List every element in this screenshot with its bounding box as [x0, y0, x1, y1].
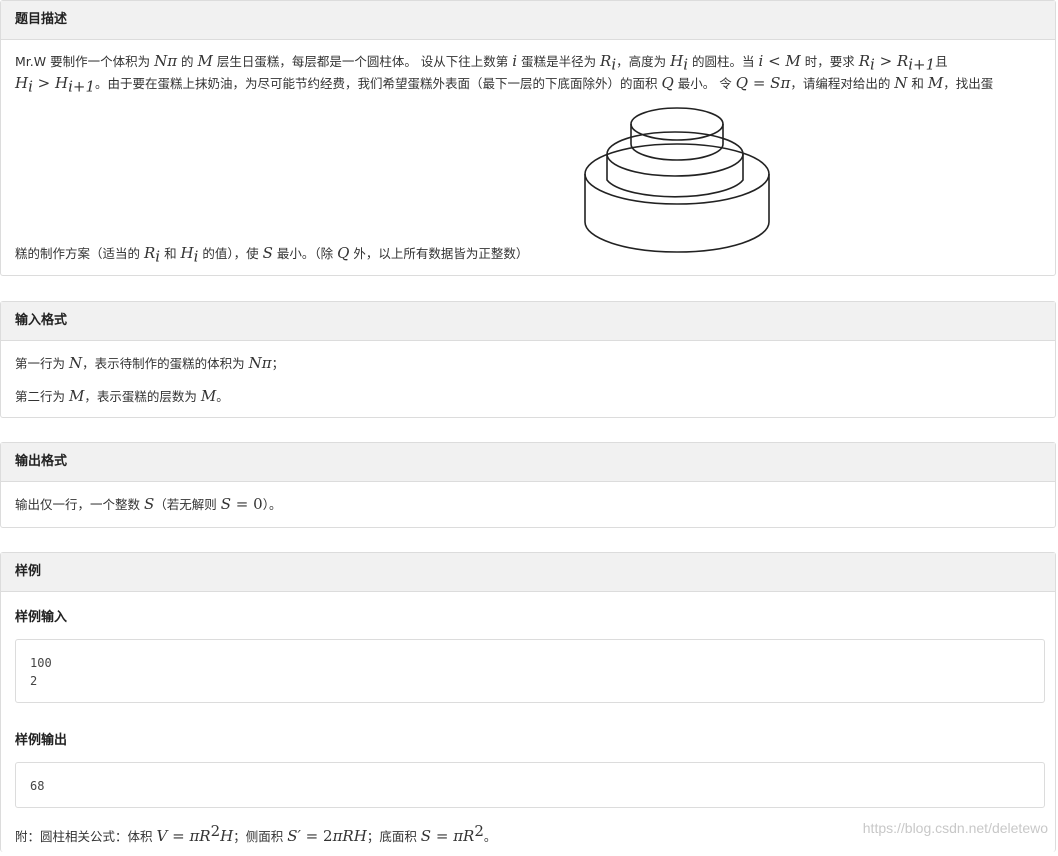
input-format-body: 第一行为 N，表示待制作的蛋糕的体积为 Nπ； 第二行为 M，表示蛋糕的层数为 …	[1, 341, 1055, 416]
description-line-1: Mr.W 要制作一个体积为 Nπ 的 M 层生日蛋糕，每层都是一个圆柱体。 设从…	[15, 52, 948, 74]
input-format-card: 输入格式 第一行为 N，表示待制作的蛋糕的体积为 Nπ； 第二行为 M，表示蛋糕…	[0, 301, 1056, 418]
description-card: 题目描述 Mr.W 要制作一个体积为 Nπ 的 M 层生日蛋糕，每层都是一个圆柱…	[0, 0, 1056, 276]
description-header: 题目描述	[1, 1, 1055, 40]
cake-top-tier-side	[630, 124, 724, 161]
sample-output-title: 样例输出	[15, 733, 68, 748]
input-format-line-2: 第二行为 M，表示蛋糕的层数为 M。	[15, 387, 229, 405]
sample-card: 样例 样例输入 100 2 样例输出 68 附：圆柱相关公式：体积 V = πR…	[0, 552, 1056, 852]
sample-header: 样例	[1, 553, 1055, 592]
sample-body: 样例输入 100 2 样例输出 68 附：圆柱相关公式：体积 V = πR2H；…	[1, 592, 1055, 856]
description-line-2: Hi > Hi+1。由于要在蛋糕上抹奶油，为尽可能节约经费，我们希望蛋糕外表面（…	[15, 73, 994, 96]
input-format-line-1: 第一行为 N，表示待制作的蛋糕的体积为 Nπ；	[15, 354, 285, 372]
output-format-card: 输出格式 输出仅一行，一个整数 S（若无解则 S = 0）。	[0, 442, 1056, 528]
cake-bottom-tier-top	[584, 143, 770, 205]
cake-top-tier-top	[630, 107, 724, 141]
cake-illustration	[584, 107, 770, 253]
description-body: Mr.W 要制作一个体积为 Nπ 的 M 层生日蛋糕，每层都是一个圆柱体。 设从…	[1, 40, 1055, 266]
sample-output-box[interactable]: 68	[15, 762, 1045, 808]
output-format-header: 输出格式	[1, 443, 1055, 482]
description-line-3: 糕的制作方案（适当的 Ri 和 Hi 的值），使 S 最小。（除 Q 外，以上所…	[15, 244, 529, 266]
output-format-line-1: 输出仅一行，一个整数 S（若无解则 S = 0）。	[15, 495, 282, 513]
watermark: https://blog.csdn.net/deletewo	[862, 820, 1048, 836]
sample-input-title: 样例输入	[15, 610, 68, 625]
output-format-body: 输出仅一行，一个整数 S（若无解则 S = 0）。	[1, 482, 1055, 524]
sample-input-box[interactable]: 100 2	[15, 639, 1045, 703]
input-format-header: 输入格式	[1, 302, 1055, 341]
